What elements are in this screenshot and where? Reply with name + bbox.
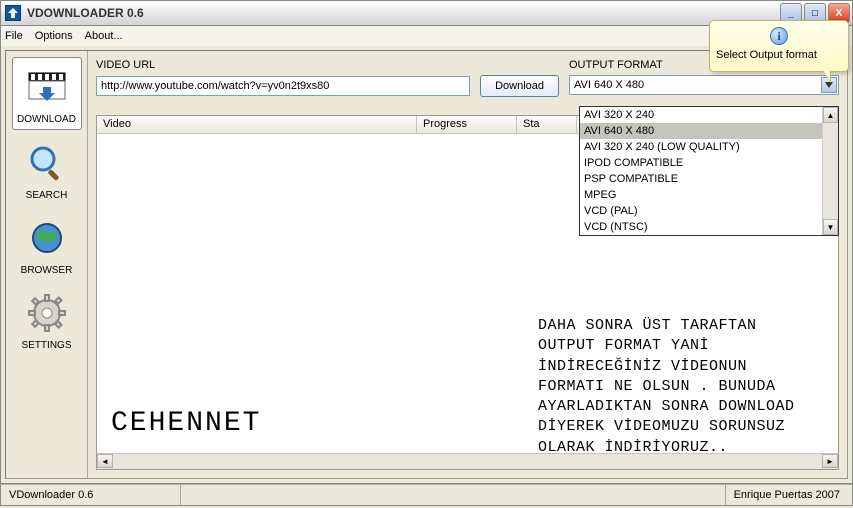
status-mid bbox=[181, 485, 726, 505]
format-dropdown: AVI 320 X 240 AVI 640 X 480 AVI 320 X 24… bbox=[579, 106, 839, 236]
dropdown-item[interactable]: VCD (PAL) bbox=[580, 203, 822, 219]
window-title: VDOWNLOADER 0.6 bbox=[27, 6, 144, 20]
format-combo[interactable]: AVI 640 X 480 bbox=[569, 75, 839, 95]
status-right: Enrique Puertas 2007 bbox=[726, 485, 852, 505]
url-label: VIDEO URL bbox=[96, 59, 559, 71]
gear-icon bbox=[22, 288, 72, 338]
dropdown-item[interactable]: AVI 320 X 240 (LOW QUALITY) bbox=[580, 139, 822, 155]
sidebar-label: SEARCH bbox=[26, 190, 68, 201]
dropdown-item[interactable]: AVI 640 X 480 bbox=[580, 123, 822, 139]
sidebar-item-browser[interactable]: BROWSER bbox=[12, 209, 82, 280]
col-progress[interactable]: Progress bbox=[417, 116, 517, 133]
scroll-down-icon[interactable]: ▼ bbox=[823, 219, 838, 235]
sidebar-item-download[interactable]: DOWNLOAD bbox=[12, 57, 82, 130]
info-icon: i bbox=[770, 27, 788, 45]
watermark-text: CEHENNET bbox=[111, 408, 261, 439]
dropdown-item[interactable]: PSP COMPATIBLE bbox=[580, 171, 822, 187]
tooltip-balloon: i Select Output format bbox=[709, 20, 849, 72]
dropdown-item[interactable]: AVI 320 X 240 bbox=[580, 107, 822, 123]
col-video[interactable]: Video bbox=[97, 116, 417, 133]
status-left: VDownloader 0.6 bbox=[1, 485, 181, 505]
sidebar-label: DOWNLOAD bbox=[17, 114, 76, 125]
format-selected: AVI 640 X 480 bbox=[574, 79, 644, 91]
magnifier-icon bbox=[22, 138, 72, 188]
tooltip-text: Select Output format bbox=[716, 49, 842, 61]
dropdown-item[interactable]: MPEG bbox=[580, 187, 822, 203]
content-area: VIDEO URL Download OUTPUT FORMAT AVI 640… bbox=[88, 51, 847, 478]
sidebar-label: SETTINGS bbox=[21, 340, 71, 351]
sidebar: DOWNLOAD SEARCH BROWSER bbox=[6, 51, 88, 478]
statusbar: VDownloader 0.6 Enrique Puertas 2007 bbox=[0, 484, 853, 506]
url-input[interactable] bbox=[96, 76, 470, 96]
scroll-right-icon[interactable]: ► bbox=[822, 454, 838, 468]
main-frame: DOWNLOAD SEARCH BROWSER bbox=[0, 46, 853, 484]
sidebar-item-settings[interactable]: SETTINGS bbox=[12, 284, 82, 355]
globe-icon bbox=[22, 213, 72, 263]
scroll-left-icon[interactable]: ◄ bbox=[97, 454, 113, 468]
menu-options[interactable]: Options bbox=[35, 30, 73, 42]
app-icon bbox=[5, 5, 21, 21]
dropdown-scrollbar[interactable]: ▲ ▼ bbox=[822, 107, 838, 235]
clapper-download-icon bbox=[22, 62, 72, 112]
dropdown-item[interactable]: IPOD COMPATIBLE bbox=[580, 155, 822, 171]
col-status[interactable]: Sta bbox=[517, 116, 577, 133]
menu-file[interactable]: File bbox=[5, 30, 23, 42]
download-button[interactable]: Download bbox=[480, 75, 559, 97]
scroll-up-icon[interactable]: ▲ bbox=[823, 107, 838, 123]
menu-about[interactable]: About... bbox=[85, 30, 123, 42]
overlay-note: DAHA SONRA ÜST TARAFTAN OUTPUT FORMAT YA… bbox=[538, 316, 818, 458]
url-block: VIDEO URL Download bbox=[96, 59, 559, 97]
dropdown-item[interactable]: VCD (NTSC) bbox=[580, 219, 822, 235]
sidebar-item-search[interactable]: SEARCH bbox=[12, 134, 82, 205]
sidebar-label: BROWSER bbox=[21, 265, 73, 276]
dropdown-list: AVI 320 X 240 AVI 640 X 480 AVI 320 X 24… bbox=[580, 107, 822, 235]
